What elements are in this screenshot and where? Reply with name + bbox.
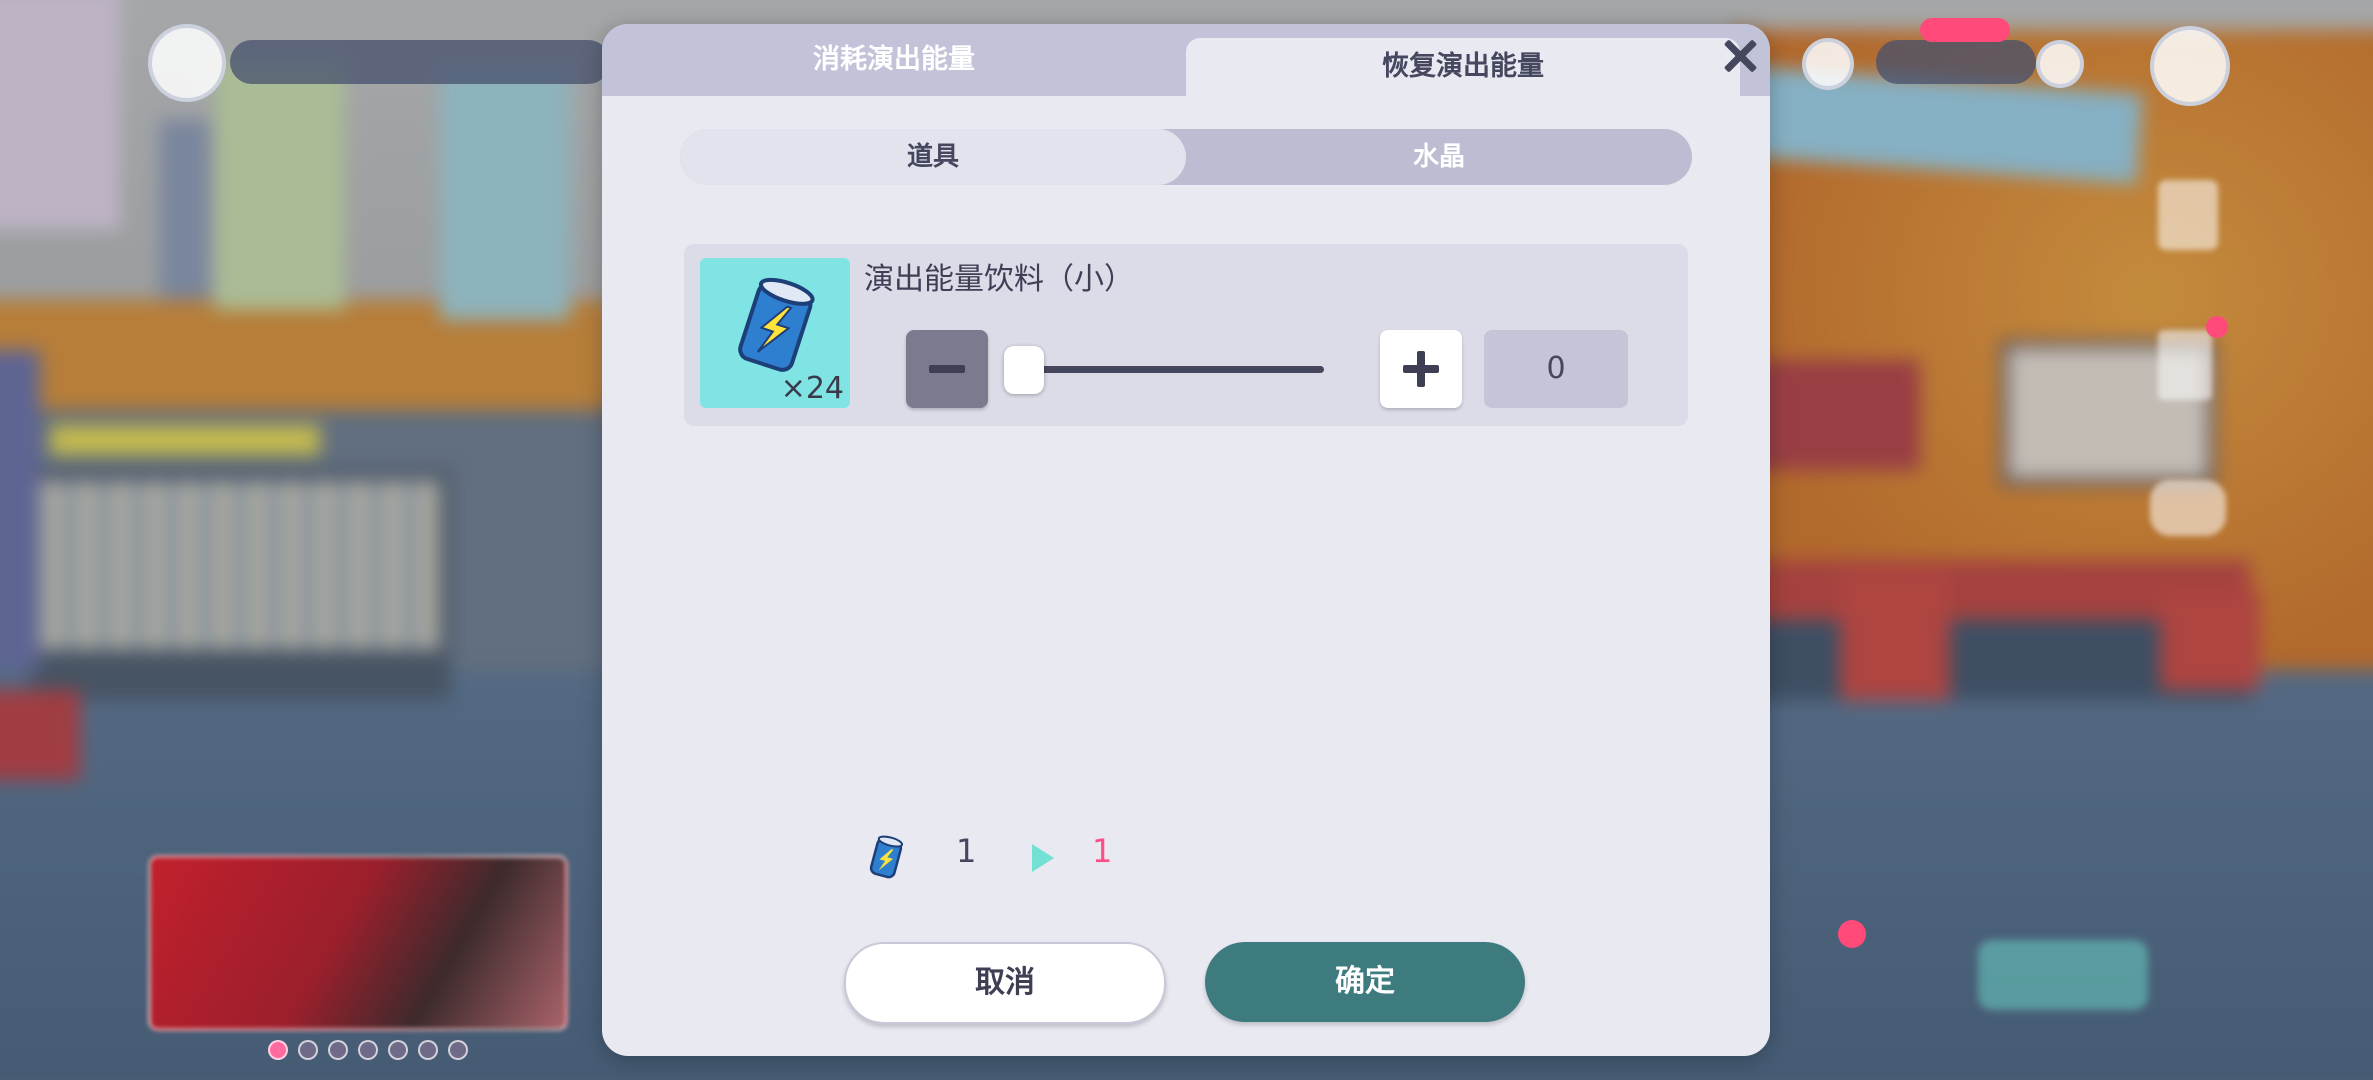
mission-badge: [2206, 316, 2228, 338]
close-icon[interactable]: [1718, 34, 1762, 78]
item-count: ×24: [780, 371, 844, 406]
source-segmented-control: 道具 水晶: [680, 129, 1692, 185]
quantity-field[interactable]: 0: [1484, 330, 1628, 408]
increase-button[interactable]: [1380, 330, 1462, 408]
slider-handle[interactable]: [1004, 346, 1044, 394]
arrow-right-icon: [1032, 844, 1054, 872]
gift-icon[interactable]: [2158, 180, 2218, 250]
resulting-energy: 1: [1092, 832, 1113, 870]
tab-bar: 消耗演出能量 恢复演出能量: [602, 24, 1770, 96]
event-badge: [1920, 18, 2010, 42]
banner-pagination[interactable]: [268, 1040, 468, 1060]
tab-consume-energy[interactable]: 消耗演出能量: [602, 24, 1186, 96]
menu-icon[interactable]: [2150, 26, 2230, 106]
item-name: 演出能量饮料（小）: [864, 262, 1134, 297]
tab-recover-energy[interactable]: 恢复演出能量: [1186, 38, 1740, 96]
world-map-icon[interactable]: [148, 24, 226, 102]
cancel-button[interactable]: 取消: [844, 942, 1166, 1024]
event-banner[interactable]: [148, 855, 568, 1031]
location-bar: [230, 40, 610, 84]
energy-can-icon: [864, 834, 908, 882]
add-crystal-icon[interactable]: [1802, 38, 1854, 90]
energy-dialog: 消耗演出能量 恢复演出能量 道具 水晶 ×24 演出能量饮料（小） 0 1 1 …: [602, 24, 1770, 1056]
notice-badge: [1838, 920, 1866, 948]
mission-icon[interactable]: [2158, 330, 2212, 400]
live-icon[interactable]: [1978, 940, 2148, 1010]
add-energy-icon[interactable]: [2036, 40, 2084, 88]
decrease-button[interactable]: [906, 330, 988, 408]
current-energy: 1: [956, 832, 977, 870]
energy-bar: [1876, 40, 2036, 84]
friends-icon[interactable]: [2150, 480, 2226, 536]
confirm-button[interactable]: 确定: [1205, 942, 1525, 1022]
energy-drink-can-icon: ×24: [700, 258, 850, 408]
item-row: ×24 演出能量饮料（小） 0: [684, 244, 1688, 426]
segment-tools[interactable]: 道具: [680, 129, 1186, 185]
quantity-slider[interactable]: [1014, 366, 1324, 373]
segment-crystal[interactable]: 水晶: [1186, 129, 1692, 185]
